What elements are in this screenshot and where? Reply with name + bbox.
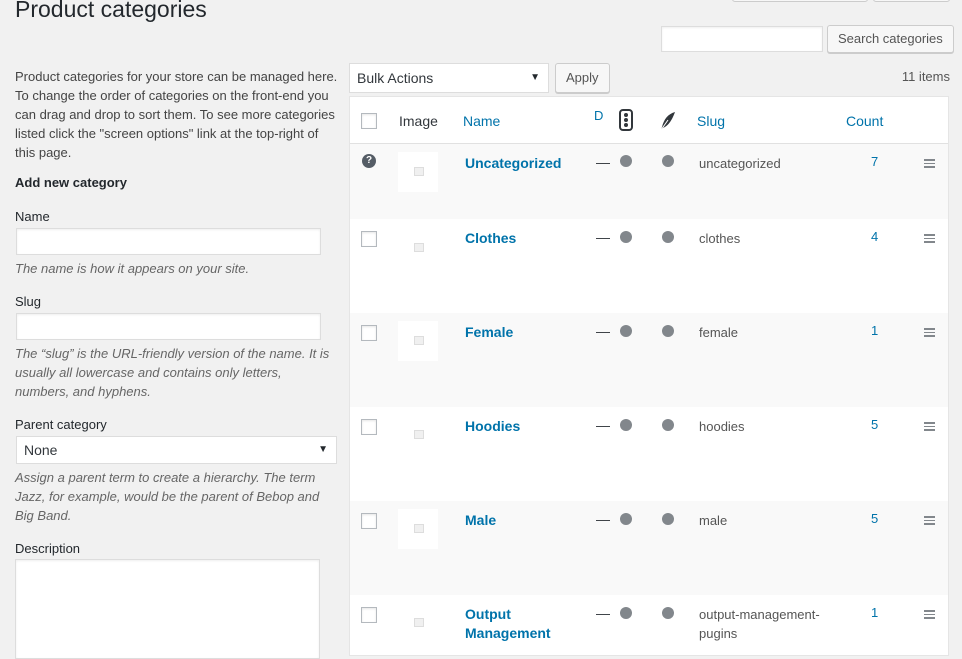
row-checkbox[interactable] <box>361 607 377 623</box>
description-dash: — <box>596 154 610 170</box>
row-checkbox[interactable] <box>361 325 377 341</box>
status-dot-icon <box>662 155 674 167</box>
traffic-light-icon[interactable] <box>619 109 633 131</box>
drag-handle-icon[interactable] <box>924 328 935 339</box>
name-help: The name is how it appears on your site. <box>15 261 250 276</box>
feather-icon[interactable] <box>659 111 677 134</box>
add-category-heading: Add new category <box>15 175 127 190</box>
drag-handle-icon[interactable] <box>924 516 935 527</box>
parent-category-value: None <box>24 442 58 458</box>
column-slug[interactable]: Slug <box>697 113 725 129</box>
drag-handle-icon[interactable] <box>924 159 935 170</box>
status-dot-icon <box>662 325 674 337</box>
name-label: Name <box>15 209 50 224</box>
parent-help: Assign a parent term to create a hierarc… <box>15 470 320 523</box>
category-count[interactable]: 1 <box>871 605 878 620</box>
category-thumbnail <box>398 321 438 361</box>
items-count: 11 items <box>901 69 950 84</box>
slug-help: The “slug” is the URL-friendly version o… <box>15 346 330 399</box>
row-checkbox[interactable] <box>361 513 377 529</box>
search-categories-button[interactable]: Search categories <box>827 25 954 53</box>
table-header: Image Name D Slug Count <box>350 97 948 144</box>
category-slug: output-management-pugins <box>699 607 820 641</box>
column-description[interactable]: D <box>594 108 603 123</box>
category-thumbnail <box>398 603 438 643</box>
status-dot-icon <box>620 325 632 337</box>
table-row[interactable]: Male — male 5 <box>350 501 948 595</box>
parent-category-label: Parent category <box>15 417 107 432</box>
status-dot-icon <box>620 419 632 431</box>
description-dash: — <box>596 511 610 527</box>
category-name[interactable]: Uncategorized <box>465 154 585 173</box>
category-count[interactable]: 5 <box>871 417 878 432</box>
status-dot-icon <box>620 607 632 619</box>
table-row[interactable]: ? Uncategorized — uncategorized 7 <box>350 144 948 219</box>
status-dot-icon <box>662 231 674 243</box>
top-action-button[interactable] <box>732 0 868 2</box>
description-dash: — <box>596 605 610 621</box>
table-row[interactable]: Female — female 1 <box>350 313 948 407</box>
column-image: Image <box>399 113 438 129</box>
name-field[interactable] <box>16 228 321 255</box>
status-dot-icon <box>620 231 632 243</box>
drag-handle-icon[interactable] <box>924 234 935 245</box>
table-row[interactable]: Hoodies — hoodies 5 <box>350 407 948 501</box>
category-slug: uncategorized <box>699 156 781 171</box>
status-dot-icon <box>662 419 674 431</box>
slug-field[interactable] <box>16 313 321 340</box>
description-textarea[interactable] <box>15 559 320 659</box>
screen-options-button[interactable] <box>873 0 950 2</box>
bulk-actions-select[interactable]: Bulk Actions ▼ <box>349 63 549 93</box>
category-name[interactable]: Clothes <box>465 229 585 248</box>
column-count[interactable]: Count <box>846 113 883 129</box>
category-thumbnail <box>398 228 438 268</box>
bulk-actions-value: Bulk Actions <box>357 70 434 86</box>
status-dot-icon <box>662 607 674 619</box>
category-thumbnail <box>398 415 438 455</box>
category-slug: male <box>699 513 728 528</box>
chevron-down-icon: ▼ <box>530 72 540 83</box>
description-label: Description <box>15 541 81 556</box>
category-slug: hoodies <box>699 419 745 434</box>
parent-category-select[interactable]: None ▼ <box>16 436 337 464</box>
category-thumbnail <box>398 509 438 549</box>
category-count[interactable]: 4 <box>871 229 878 244</box>
category-slug: clothes <box>699 231 741 246</box>
page-title: Product categories <box>15 0 207 22</box>
select-all-checkbox[interactable] <box>361 113 377 129</box>
category-count[interactable]: 5 <box>871 511 878 526</box>
status-dot-icon <box>620 513 632 525</box>
description-dash: — <box>596 323 610 339</box>
category-thumbnail <box>398 152 438 192</box>
slug-label: Slug <box>15 294 42 309</box>
table-row[interactable]: Clothes — clothes 4 <box>350 219 948 313</box>
categories-table: Image Name D Slug Count ? Uncategorized … <box>349 96 949 656</box>
search-input[interactable] <box>661 26 823 52</box>
column-name[interactable]: Name <box>463 113 500 129</box>
intro-text: Product categories for your store can be… <box>15 69 338 160</box>
description-dash: — <box>596 417 610 433</box>
drag-handle-icon[interactable] <box>924 422 935 433</box>
category-count[interactable]: 7 <box>871 154 878 169</box>
category-slug: female <box>699 325 739 340</box>
row-checkbox[interactable] <box>361 231 377 247</box>
status-dot-icon <box>620 155 632 167</box>
chevron-down-icon: ▼ <box>318 444 328 455</box>
row-checkbox[interactable] <box>361 419 377 435</box>
description-dash: — <box>596 229 610 245</box>
category-name[interactable]: Hoodies <box>465 417 585 436</box>
category-name[interactable]: Output Management <box>465 605 585 643</box>
status-dot-icon <box>662 513 674 525</box>
category-count[interactable]: 1 <box>871 323 878 338</box>
apply-button[interactable]: Apply <box>555 63 610 93</box>
category-name[interactable]: Female <box>465 323 585 342</box>
drag-handle-icon[interactable] <box>924 610 935 621</box>
help-icon[interactable]: ? <box>362 154 376 168</box>
category-name[interactable]: Male <box>465 511 585 530</box>
table-row[interactable]: Output Management — output-management-pu… <box>350 595 948 655</box>
